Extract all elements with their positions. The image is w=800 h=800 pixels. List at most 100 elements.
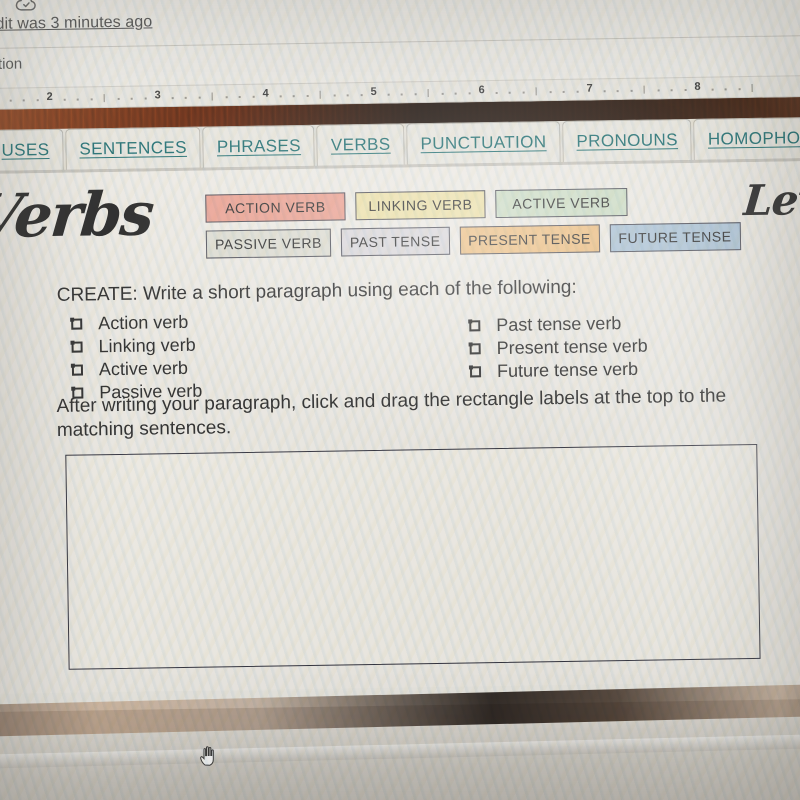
ruler-dot — [63, 98, 66, 101]
drag-label-passive-verb[interactable]: PASSIVE VERB — [205, 228, 332, 259]
ruler-tick — [643, 85, 645, 94]
ruler-dot — [36, 99, 39, 102]
ruler-dot — [576, 90, 579, 93]
tab-label: VERBS — [330, 134, 391, 155]
page-title: Verbs — [0, 179, 156, 253]
drag-label-future-tense[interactable]: FUTURE TENSE — [609, 222, 741, 253]
ruler-dot — [171, 97, 174, 100]
checkbox-icon[interactable] — [469, 320, 481, 332]
after-writing-instruction: After writing your paragraph, click and … — [56, 385, 727, 442]
ruler-dot — [22, 99, 25, 102]
ruler-number: 6 — [478, 84, 485, 97]
drag-label-linking-verb[interactable]: LINKING VERB — [355, 190, 486, 221]
worksheet-page: Verbs Lev ACTION VERB LINKING VERB ACTIVE … — [0, 160, 800, 694]
ruler-dot — [292, 95, 295, 98]
ruler-tick — [535, 87, 537, 96]
ruler-tick — [211, 92, 213, 101]
ruler-dot — [738, 88, 741, 91]
chrome-divider — [0, 34, 800, 49]
ruler-dot — [117, 97, 120, 100]
checklist-item: Linking verb — [71, 334, 201, 359]
ruler-dot — [495, 91, 498, 95]
ruler-dot — [198, 96, 201, 99]
ruler-dot — [414, 93, 417, 96]
ruler-number: 5 — [370, 85, 377, 98]
ruler-dot — [360, 94, 363, 97]
ruler-dot — [9, 99, 12, 102]
ruler-dot — [670, 89, 673, 92]
ruler-tick — [319, 90, 321, 99]
draggable-labels-group: ACTION VERB LINKING VERB ACTIVE VERB PASSI… — [205, 186, 741, 266]
ruler-dot — [616, 90, 619, 93]
checklist-item-label: Action verb — [98, 311, 189, 334]
checkbox-icon[interactable] — [71, 364, 84, 376]
tab-label: PHRASES — [216, 136, 302, 157]
ruler-dot — [238, 96, 241, 99]
drag-label-past-tense[interactable]: PAST TENSE — [340, 226, 450, 257]
checklist-item: Future tense verb — [469, 358, 648, 384]
last-edit-link[interactable]: edit was 3 minutes ago — [0, 13, 152, 34]
ruler-number: 2 — [46, 90, 53, 104]
ruler-dot — [603, 90, 606, 93]
ruler-dot — [711, 88, 714, 91]
tab-label: HOMOPHO — [707, 128, 800, 149]
hand-cursor — [198, 744, 220, 768]
menu-item-partial[interactable]: sition — [0, 55, 22, 73]
ruler-number: 3 — [154, 89, 161, 102]
checklist-item-label: Present tense verb — [496, 335, 648, 359]
answer-textbox[interactable] — [65, 443, 761, 670]
tab-label: USES — [1, 140, 50, 160]
ruler-number: 4 — [262, 87, 269, 100]
drag-label-present-tense[interactable]: PRESENT TENSE — [459, 224, 600, 255]
ruler-dot — [90, 98, 93, 101]
tab-homopho[interactable]: HOMOPHO — [693, 117, 800, 161]
checklist-left-column: Action verb Linking verb Active verb Passiv… — [71, 311, 202, 405]
ruler-dot — [76, 98, 79, 101]
ruler-tick — [751, 83, 753, 92]
tab-label: PRONOUNS — [576, 130, 679, 151]
tab-sentences[interactable]: SENTENCES — [65, 126, 202, 171]
ruler-dot — [333, 94, 336, 97]
ruler-dot — [657, 89, 660, 92]
cloud-check-icon[interactable] — [15, 0, 37, 17]
ruler-dot — [184, 96, 187, 99]
checklist-item-label: Past tense verb — [496, 313, 622, 336]
ruler-dot — [306, 94, 309, 97]
tab-label: PUNCTUATION — [420, 132, 547, 154]
ruler-number: 7 — [586, 82, 593, 95]
checkbox-icon[interactable] — [71, 341, 83, 353]
ruler-number: 8 — [694, 80, 701, 93]
ruler-dot — [630, 89, 633, 92]
ruler-dot — [468, 92, 471, 95]
checklist-item: Action verb — [71, 311, 201, 336]
label-row-two: PASSIVE VERB PAST TENSE PRESENT TENSE FUTUR… — [205, 222, 741, 259]
ruler-dot — [387, 93, 390, 96]
checkbox-icon[interactable] — [469, 343, 481, 355]
create-instruction: CREATE: Write a short paragraph using ea… — [56, 276, 577, 306]
tab-punctuation[interactable]: PUNCTUATION — [406, 120, 561, 166]
checklist-item: Past tense verb — [469, 312, 647, 338]
tab-uses[interactable]: USES — [0, 128, 64, 172]
ruler-dot — [549, 91, 552, 94]
ruler-dot — [724, 88, 727, 91]
tab-label: SENTENCES — [79, 137, 188, 159]
ruler-dot — [522, 91, 525, 94]
ruler-dot — [252, 95, 255, 98]
screen-content: edit was 3 minutes ago sition 2 3 4 5 6 7 8 US… — [0, 0, 800, 712]
ruler-dot — [684, 89, 687, 92]
ruler-dot — [400, 93, 403, 96]
ruler-dot — [562, 90, 565, 93]
drag-label-active-verb[interactable]: ACTIVE VERB — [495, 187, 628, 219]
checklist-item: Present tense verb — [469, 335, 648, 361]
tab-verbs[interactable]: VERBS — [316, 123, 405, 167]
checklist-item-label: Future tense verb — [496, 358, 639, 382]
label-row-one: ACTION VERB LINKING VERB ACTIVE VERB — [205, 186, 725, 223]
checkbox-icon[interactable] — [469, 366, 482, 378]
ruler-dot — [279, 95, 282, 98]
tab-pronouns[interactable]: PRONOUNS — [562, 118, 693, 163]
checklist-item-label: Linking verb — [98, 334, 196, 357]
drag-label-action-verb[interactable]: ACTION VERB — [205, 192, 346, 223]
checkbox-icon[interactable] — [71, 318, 83, 330]
tab-phrases[interactable]: PHRASES — [202, 124, 316, 169]
ruler-dot — [508, 91, 511, 94]
